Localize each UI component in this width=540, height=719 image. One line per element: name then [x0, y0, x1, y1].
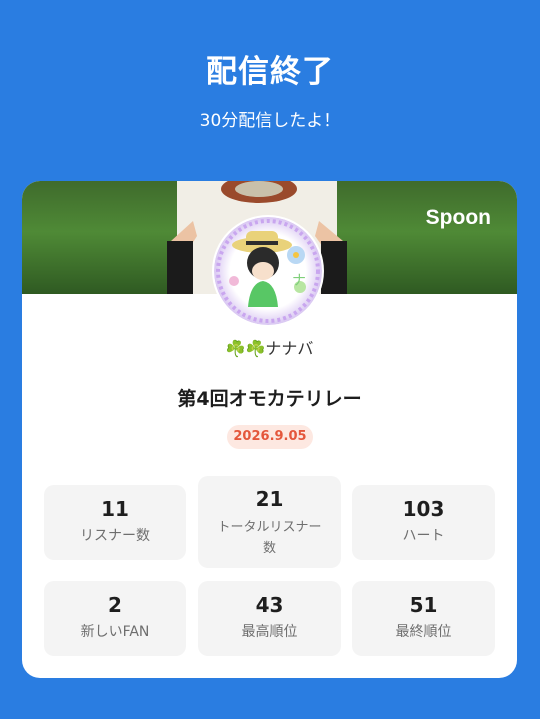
stat-value: 11 — [101, 497, 129, 521]
avatar-illustration-icon: ナ — [214, 217, 322, 325]
stat-label: 最終順位 — [395, 624, 452, 640]
stat-value: 51 — [409, 593, 438, 617]
stat-label: 最高順位 — [241, 624, 298, 640]
username: ☘️☘️ナナバ — [225, 339, 314, 358]
stat-label: トータルリスナー数 — [217, 520, 322, 556]
stat-label: リスナー数 — [80, 528, 150, 544]
stat-value: 103 — [402, 497, 445, 521]
page-title: 配信終了 — [206, 54, 334, 90]
avatar: ナ — [214, 217, 322, 325]
stat-label: 新しいFAN — [80, 624, 150, 640]
stat-value: 43 — [255, 593, 284, 617]
broadcast-summary-card: Spoon ナ ☘️☘️ナナバ 第4回オモカテリレー 2026.9.05 11 … — [22, 181, 517, 678]
event-title: 第4回オモカテリレー — [177, 388, 362, 410]
stat-highest-rank: 43 最高順位 — [198, 581, 341, 656]
stat-label: ハート — [402, 528, 445, 544]
date-badge: 2026.9.05 — [227, 425, 313, 449]
stat-hearts: 103 ハート — [352, 485, 495, 560]
stat-final-rank: 51 最終順位 — [352, 581, 495, 656]
stat-new-fans: 2 新しいFAN — [44, 581, 186, 656]
stat-total-listeners: 21 トータルリスナー数 — [198, 476, 341, 568]
broadcast-duration-text: 30分配信したよ！ — [199, 111, 341, 131]
svg-text:ナ: ナ — [292, 273, 306, 289]
stat-listeners: 11 リスナー数 — [44, 485, 186, 560]
spoon-logo: Spoon — [425, 206, 491, 229]
stat-value: 21 — [255, 487, 284, 511]
stat-value: 2 — [108, 593, 122, 617]
